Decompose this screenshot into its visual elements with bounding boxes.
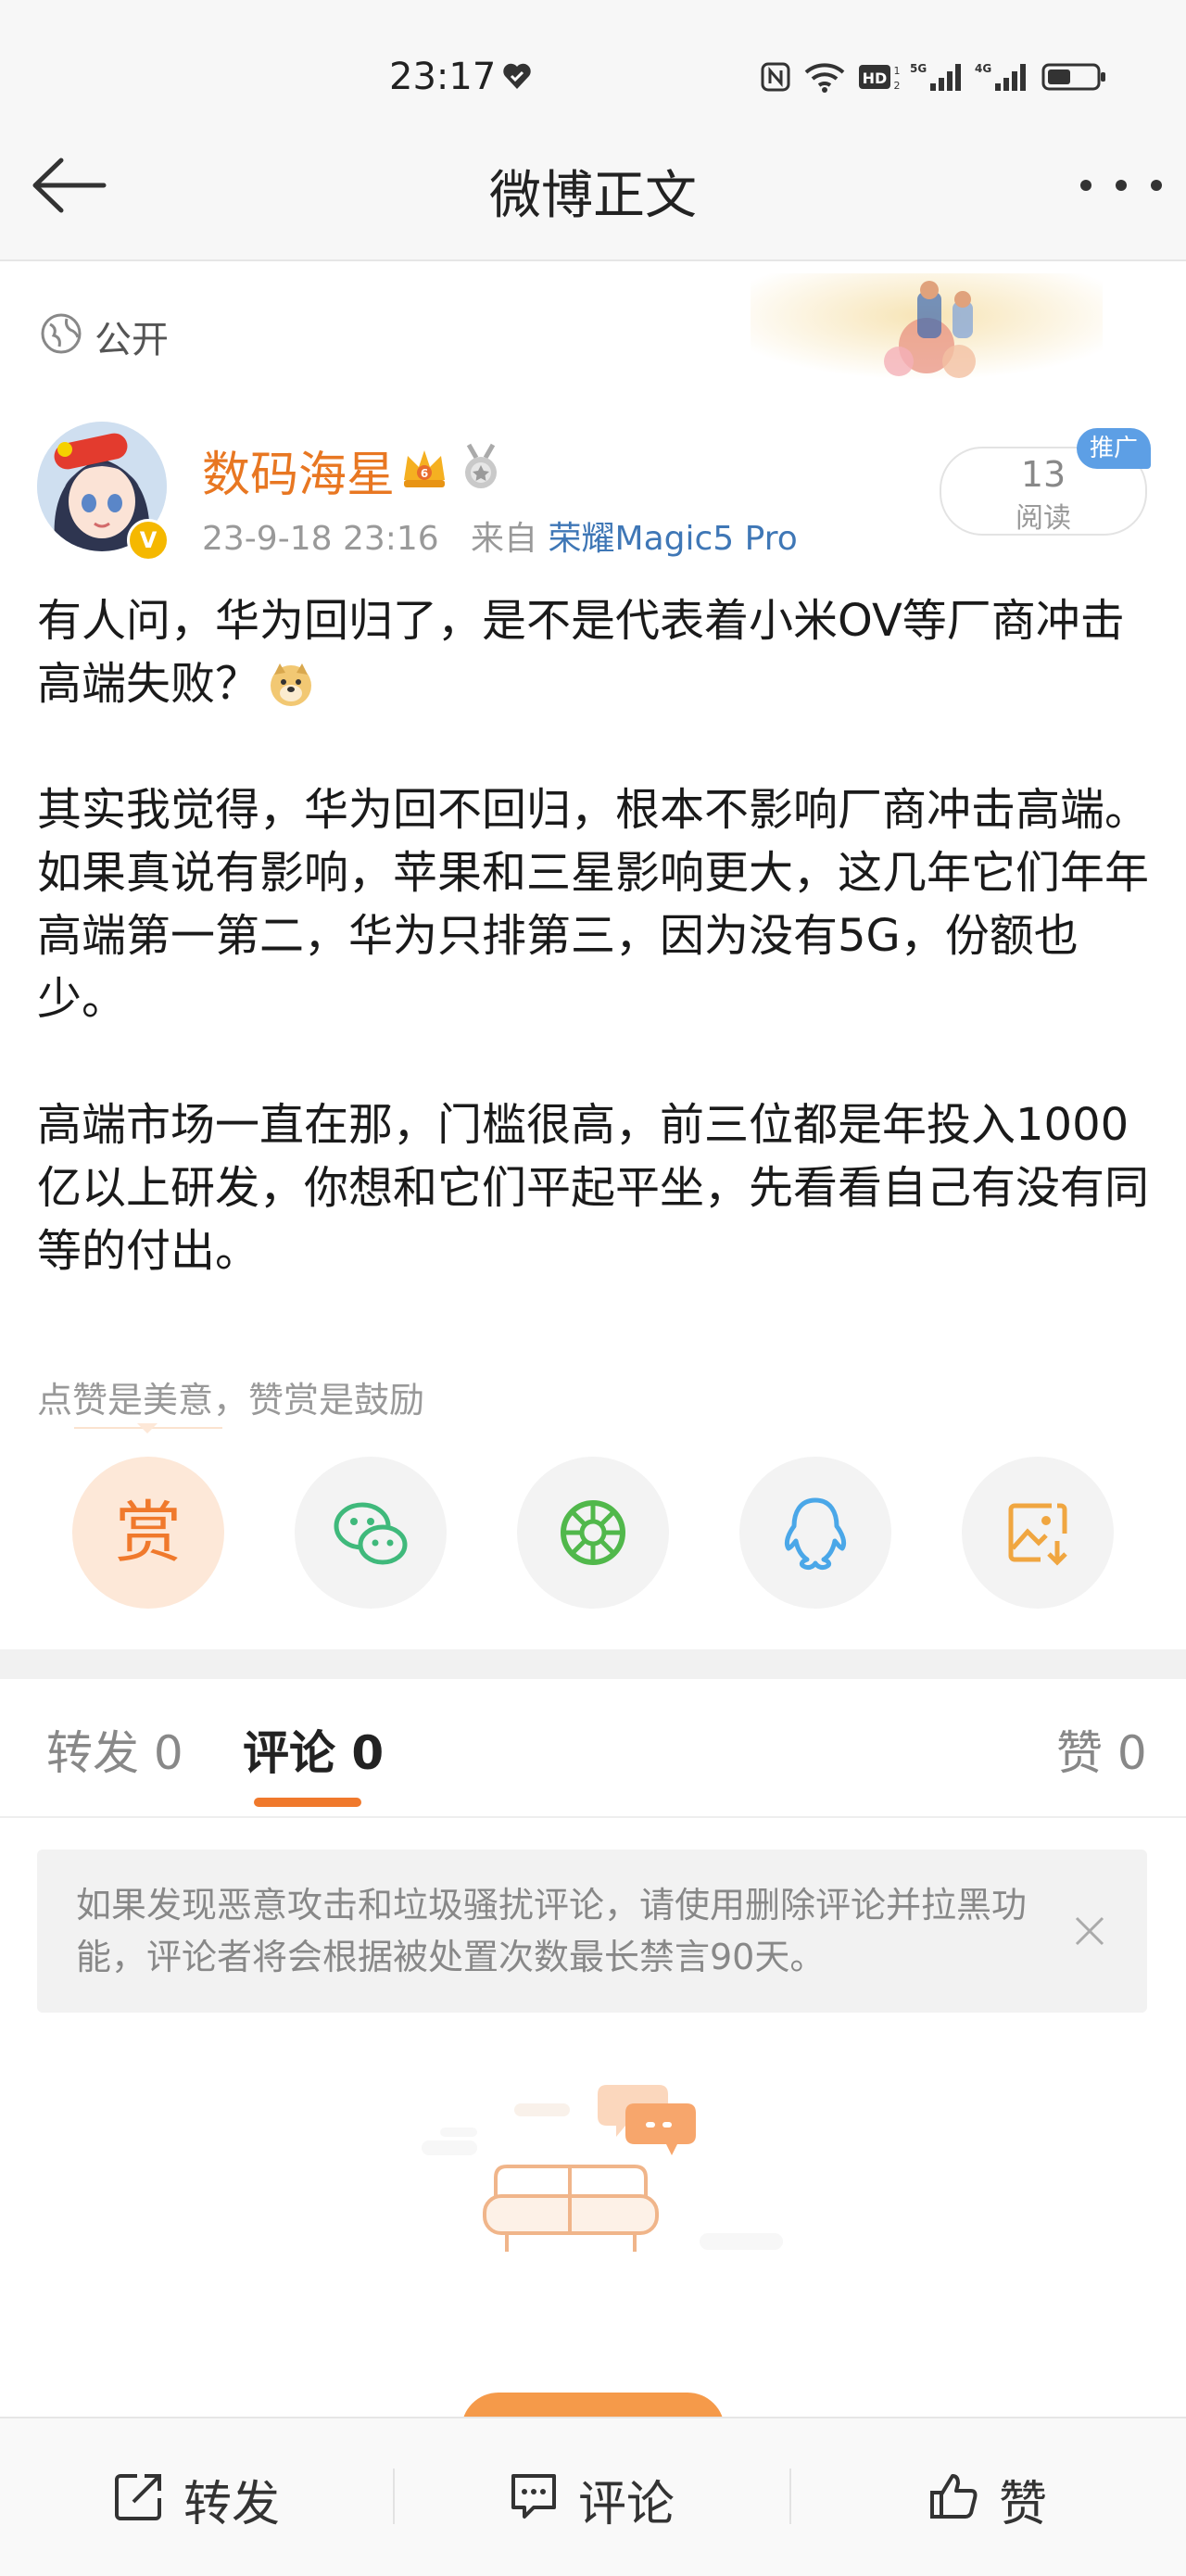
- author-name[interactable]: 数码海星: [202, 436, 395, 505]
- like-button[interactable]: 赞: [927, 2465, 1112, 2532]
- repost-button[interactable]: 转发: [111, 2465, 315, 2532]
- decorative-banner-image: [751, 273, 1103, 380]
- share-qq-button[interactable]: [739, 1457, 891, 1609]
- notice-text: 如果发现恶意攻击和垃圾骚扰评论，请使用删除评论并拉黑功能，评论者将会根据被处置次…: [76, 1885, 1028, 1977]
- moments-icon: [561, 1500, 625, 1565]
- repost-label: 转发: [183, 2477, 281, 2532]
- comment-icon: [511, 2474, 556, 2519]
- source-prefix: 来自: [471, 520, 538, 558]
- thumbs-up-icon: [930, 2474, 978, 2519]
- vip-crown-icon[interactable]: 6: [398, 441, 450, 493]
- page-title: 微博正文: [489, 166, 697, 226]
- signal-4g-icon: 4G: [975, 62, 1026, 91]
- heart-badge-icon: [503, 63, 531, 89]
- tab-repost[interactable]: 转发 0: [46, 1716, 183, 1783]
- more-dots-icon[interactable]: [1075, 171, 1167, 199]
- read-label: 阅读: [1016, 502, 1071, 535]
- post-paragraph-text: 有人问，华为回归了，是不是代表着小米OV等厂商冲击高端失败？: [37, 595, 1125, 710]
- like-label: 赞: [999, 2477, 1048, 2532]
- post-meta: 23-9-18 23:16 来自 荣耀Magic5 Pro: [202, 511, 798, 560]
- svg-text:2: 2: [894, 80, 901, 92]
- svg-text:HD: HD: [863, 69, 888, 87]
- nfc-icon: [761, 62, 790, 92]
- comment-button[interactable]: 评论: [506, 2465, 710, 2532]
- globe-icon: [41, 313, 82, 354]
- wifi-icon: [804, 63, 845, 93]
- battery-icon: [1041, 63, 1105, 91]
- svg-text:6: 6: [421, 467, 428, 480]
- post-paragraph: 有人问，华为回归了，是不是代表着小米OV等厂商冲击高端失败？: [37, 589, 1158, 715]
- comment-notice: 如果发现恶意攻击和垃圾骚扰评论，请使用删除评论并拉黑功能，评论者将会根据被处置次…: [37, 1850, 1147, 2013]
- device-link[interactable]: 荣耀Magic5 Pro: [549, 520, 798, 558]
- hint-pointer-icon: [137, 1423, 158, 1433]
- reward-button-label: 赏: [114, 1494, 182, 1572]
- svg-text:5G: 5G: [910, 62, 927, 75]
- active-tab-indicator: [254, 1798, 361, 1807]
- tab-comment[interactable]: 评论 0: [243, 1716, 384, 1783]
- section-divider: [0, 1649, 1186, 1679]
- svg-text:1: 1: [894, 65, 901, 77]
- repost-icon: [115, 2474, 161, 2520]
- status-time: 23:17: [389, 56, 497, 98]
- post-paragraph: 高端市场一直在那，门槛很高，前三位都是年投入1000亿以上研发，你想和它们平起平…: [37, 1099, 1150, 1277]
- svg-text:4G: 4G: [975, 62, 991, 75]
- empty-comments-illustration: [422, 2085, 783, 2252]
- wechat-icon: [334, 1502, 408, 1565]
- save-image-button[interactable]: [962, 1457, 1114, 1609]
- doge-emoji-icon: [271, 663, 312, 706]
- share-wechat-button[interactable]: [295, 1457, 447, 1609]
- medal-icon[interactable]: [460, 443, 502, 491]
- bottom-separator: [393, 2469, 395, 2524]
- tab-like[interactable]: 赞 0: [1056, 1716, 1147, 1783]
- post-timestamp: 23-9-18 23:16: [202, 520, 439, 558]
- post-paragraph: 其实我觉得，华为回不回归，根本不影响厂商冲击高端。如果真说有影响，苹果和三星影响…: [37, 784, 1150, 1025]
- comment-label: 评论: [578, 2477, 675, 2532]
- post-body: 有人问，华为回归了，是不是代表着小米OV等厂商冲击高端失败？ 其实我觉得，华为回…: [37, 589, 1158, 1345]
- bottom-separator: [789, 2469, 791, 2524]
- signal-5g-icon: 5G: [910, 62, 961, 91]
- close-icon[interactable]: [1071, 1913, 1108, 1950]
- reward-button[interactable]: 赏: [72, 1457, 224, 1609]
- save-image-icon: [1008, 1503, 1067, 1566]
- qq-icon: [784, 1497, 847, 1570]
- tab-separator: [0, 1816, 1186, 1818]
- share-moments-button[interactable]: [517, 1457, 669, 1609]
- verified-badge: V: [127, 519, 170, 562]
- promoted-badge: 推广: [1077, 428, 1151, 469]
- visibility-label: 公开: [95, 319, 169, 361]
- hd-icon: HD 1 2: [859, 65, 901, 92]
- reward-hint: 点赞是美意，赞赏是鼓励: [37, 1380, 425, 1421]
